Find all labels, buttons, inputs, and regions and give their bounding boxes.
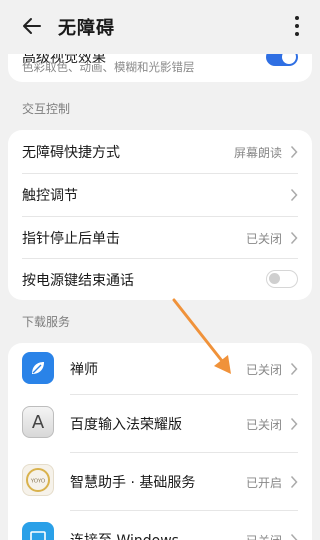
section-header-downloads: 下载服务 bbox=[22, 315, 71, 329]
yoyo-icon: YOYO bbox=[22, 464, 54, 496]
yoyo-logo-text: YOYO bbox=[30, 479, 46, 485]
list-item-touch-adjustment[interactable]: 触控调节 bbox=[8, 173, 312, 216]
section-header-interaction: 交互控制 bbox=[22, 102, 71, 116]
list-item-label: 禅师 bbox=[70, 362, 98, 378]
list-item-chanshi[interactable]: 禅师 已关闭 bbox=[8, 343, 312, 393]
chevron-right-icon bbox=[290, 188, 298, 202]
list-item-label: 指针停止后单击 bbox=[22, 231, 120, 247]
interaction-control-card: 无障碍快捷方式 屏幕朗读 触控调节 指针停止后单击 已关闭 按电源键结束通话 bbox=[8, 130, 312, 300]
list-item-label: 智慧助手 · 基础服务 bbox=[70, 475, 196, 491]
list-item-accessibility-shortcut[interactable]: 无障碍快捷方式 屏幕朗读 bbox=[8, 130, 312, 173]
list-item-label: 百度输入法荣耀版 bbox=[70, 417, 182, 433]
advanced-visual-effects-description: 色彩取色、动画、模糊和光影错层 bbox=[22, 60, 195, 74]
back-arrow-icon[interactable] bbox=[20, 14, 44, 38]
list-item-label: 按电源键结束通话 bbox=[22, 273, 134, 289]
list-item-power-button-ends-call: 按电源键结束通话 bbox=[8, 258, 312, 300]
list-item-value: 已关闭 bbox=[245, 418, 282, 432]
list-item-dwell-click[interactable]: 指针停止后单击 已关闭 bbox=[8, 216, 312, 258]
chevron-right-icon bbox=[290, 475, 298, 489]
leaf-icon bbox=[22, 352, 54, 384]
chevron-right-icon bbox=[290, 362, 298, 376]
list-item-label: 触控调节 bbox=[22, 188, 78, 204]
list-item-value: 已开启 bbox=[245, 476, 282, 490]
power-button-ends-call-toggle[interactable] bbox=[266, 270, 298, 288]
letter-a-icon: A bbox=[22, 406, 54, 438]
list-item-value: 已关闭 bbox=[246, 532, 282, 540]
page-title: 无障碍 bbox=[58, 18, 115, 39]
chevron-right-icon bbox=[290, 533, 298, 540]
chevron-right-icon bbox=[290, 417, 298, 431]
list-item-baidu-input[interactable]: A 百度输入法荣耀版 已关闭 bbox=[8, 394, 312, 451]
downloaded-services-card: 禅师 已关闭 A 百度输入法荣耀版 已关闭 YOYO 智慧助手 · 基础服务 已… bbox=[8, 343, 312, 540]
list-item-value: 屏幕朗读 bbox=[233, 146, 282, 160]
chevron-right-icon bbox=[290, 145, 298, 159]
chevron-right-icon bbox=[290, 231, 298, 245]
top-app-bar: 无障碍 bbox=[0, 0, 320, 54]
list-item-link-to-windows[interactable]: 连接至 Windows 已关闭 bbox=[8, 510, 312, 540]
list-item-label: 连接至 Windows bbox=[70, 530, 179, 540]
list-item-value: 已关闭 bbox=[245, 232, 282, 246]
list-item-label: 无障碍快捷方式 bbox=[22, 145, 120, 161]
more-options-icon[interactable] bbox=[292, 14, 302, 38]
list-item-smart-assistant[interactable]: YOYO 智慧助手 · 基础服务 已开启 bbox=[8, 452, 312, 509]
windows-link-icon bbox=[22, 522, 54, 540]
list-item-value: 已关闭 bbox=[245, 363, 282, 377]
